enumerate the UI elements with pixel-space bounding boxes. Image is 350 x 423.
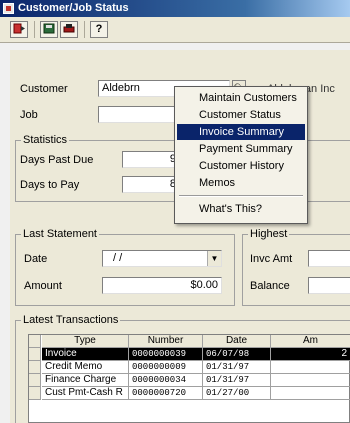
customer-label: Customer: [20, 83, 68, 95]
row-header: [29, 387, 41, 400]
date-field[interactable]: / / ▼: [102, 250, 222, 267]
transactions-legend: Latest Transactions: [21, 314, 121, 326]
invc-amt-label: Invc Amt: [250, 253, 293, 265]
window-title: Customer/Job Status: [18, 2, 129, 14]
menu-item-whats-this[interactable]: What's This?: [177, 201, 305, 217]
amount-label: Amount: [24, 280, 62, 292]
menu-item-memos[interactable]: Memos: [177, 175, 305, 191]
column-header-number[interactable]: Number: [129, 335, 203, 348]
date-value: / /: [113, 252, 123, 264]
app-icon: [3, 3, 14, 14]
row-header: [29, 374, 41, 387]
job-label: Job: [20, 109, 38, 121]
toolbar: ?: [0, 17, 350, 43]
save-icon: [43, 23, 55, 34]
last-statement-group: Last Statement: [15, 228, 235, 306]
cell-amount: 2: [271, 348, 350, 361]
days-past-due-label: Days Past Due: [20, 154, 94, 166]
days-to-pay-field: 8: [122, 176, 180, 193]
menu-item-invoice-summary[interactable]: Invoice Summary: [177, 124, 305, 140]
menu-separator: [179, 195, 303, 197]
cell-date: 01/31/97: [203, 361, 271, 374]
title-bar: Customer/Job Status: [0, 0, 350, 17]
grid-corner: [29, 335, 41, 348]
column-header-date[interactable]: Date: [203, 335, 271, 348]
cell-amount: [271, 374, 350, 387]
statistics-legend: Statistics: [21, 134, 70, 146]
cell-amount: [271, 361, 350, 374]
days-past-due-field: 9: [122, 151, 180, 168]
highest-group: Highest: [242, 228, 350, 306]
menu-item-maintain-customers[interactable]: Maintain Customers: [177, 90, 305, 106]
invc-amt-field: [308, 250, 350, 267]
column-header-type[interactable]: Type: [42, 335, 129, 348]
cell-date: 01/27/00: [203, 387, 271, 400]
help-icon: ?: [95, 23, 103, 35]
balance-label: Balance: [250, 280, 290, 292]
menu-item-customer-status[interactable]: Customer Status: [177, 107, 305, 123]
cell-type: Credit Memo: [42, 361, 129, 374]
days-to-pay-label: Days to Pay: [20, 179, 80, 191]
amount-field: $0.00: [102, 277, 222, 294]
last-statement-legend: Last Statement: [21, 228, 99, 240]
cell-date: 01/31/97: [203, 374, 271, 387]
chevron-down-icon[interactable]: ▼: [207, 251, 221, 266]
cell-type: Finance Charge: [42, 374, 129, 387]
exit-icon: [13, 23, 25, 34]
job-field[interactable]: [98, 106, 180, 123]
print-button[interactable]: [60, 21, 78, 38]
cell-number: 0000000720: [129, 387, 203, 400]
amount-value: $0.00: [190, 279, 218, 291]
transactions-grid[interactable]: Type Number Date Am Invoice 0000000039 0…: [28, 334, 350, 423]
cell-number: 0000000039: [129, 348, 203, 361]
customer-value: Aldebrn: [102, 82, 140, 94]
cell-number: 0000000009: [129, 361, 203, 374]
cell-amount: [271, 387, 350, 400]
menu-item-customer-history[interactable]: Customer History: [177, 158, 305, 174]
menu-item-payment-summary[interactable]: Payment Summary: [177, 141, 305, 157]
column-header-amount[interactable]: Am: [271, 335, 350, 348]
balance-field: [308, 277, 350, 294]
cell-number: 0000000034: [129, 374, 203, 387]
context-menu: Maintain Customers Customer Status Invoi…: [174, 86, 308, 224]
save-button[interactable]: [40, 21, 58, 38]
highest-legend: Highest: [248, 228, 290, 240]
row-header: [29, 361, 41, 374]
cell-type: Invoice: [42, 348, 129, 361]
help-button[interactable]: ?: [90, 21, 108, 38]
exit-button[interactable]: [10, 21, 28, 38]
date-label: Date: [24, 253, 48, 265]
row-header: [29, 348, 41, 361]
cell-type: Cust Pmt-Cash R: [42, 387, 129, 400]
cell-date: 06/07/98: [203, 348, 271, 361]
print-icon: [63, 24, 75, 33]
